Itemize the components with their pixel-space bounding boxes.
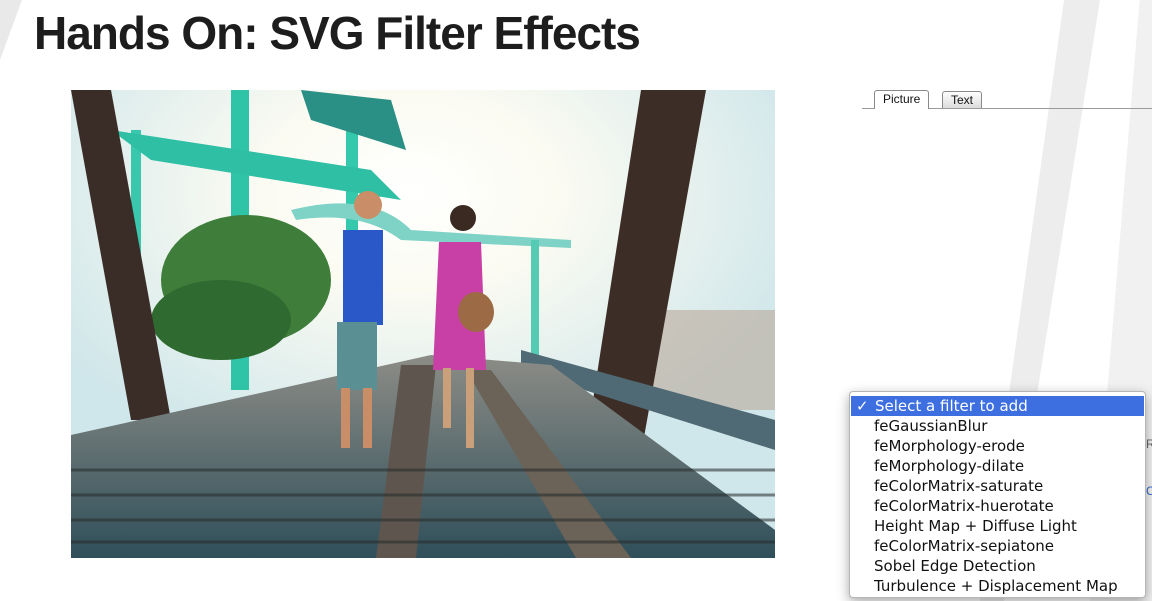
- menu-option-femorphology-dilate[interactable]: feMorphology-dilate: [850, 456, 1145, 476]
- decor-stripe-left: [0, 0, 22, 60]
- photo-illustration: [71, 90, 775, 558]
- page-title: Hands On: SVG Filter Effects: [34, 7, 641, 59]
- menu-option-fecolormatrix-sepiatone[interactable]: feColorMatrix-sepiatone: [850, 536, 1145, 556]
- menu-option-fecolormatrix-huerotate[interactable]: feColorMatrix-huerotate: [850, 496, 1145, 516]
- tab-picture[interactable]: Picture: [874, 90, 930, 109]
- background-label-fragment: R: [1146, 437, 1152, 451]
- menu-option-sobel-edge-detection[interactable]: Sobel Edge Detection: [850, 556, 1145, 576]
- menu-option-label: Select a filter to add: [875, 397, 1028, 415]
- menu-option-height-map-diffuse-light[interactable]: Height Map + Diffuse Light: [850, 516, 1145, 536]
- menu-option-fecolormatrix-saturate[interactable]: feColorMatrix-saturate: [850, 476, 1145, 496]
- check-icon: ✓: [856, 397, 869, 415]
- menu-option-select-filter[interactable]: ✓ Select a filter to add: [851, 396, 1144, 416]
- menu-option-turbulence-displacement-map[interactable]: Turbulence + Displacement Map: [850, 576, 1145, 596]
- preview-tabbar: Picture Text: [862, 90, 1152, 109]
- preview-photo: [71, 90, 775, 558]
- menu-option-fegaussianblur[interactable]: feGaussianBlur: [850, 416, 1145, 436]
- filter-dropdown-menu[interactable]: ✓ Select a filter to add feGaussianBlur …: [849, 391, 1146, 598]
- tab-text[interactable]: Text: [942, 91, 983, 108]
- menu-option-femorphology-erode[interactable]: feMorphology-erode: [850, 436, 1145, 456]
- background-link-fragment: C: [1146, 484, 1152, 498]
